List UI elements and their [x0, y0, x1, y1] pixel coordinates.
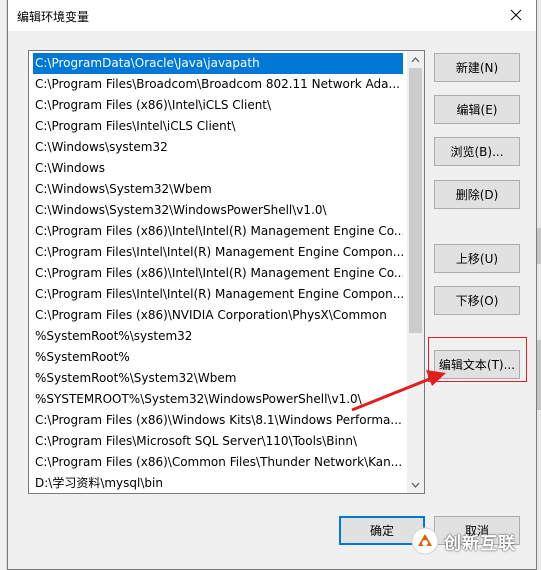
path-list-item[interactable]: C:\Program Files\Broadcom\Broadcom 802.1… — [33, 74, 403, 95]
scroll-thumb[interactable] — [409, 68, 422, 333]
highlight-box: 编辑文本(T)... — [428, 337, 527, 382]
path-list-item[interactable]: C:\Program Files\Intel\Intel(R) Manageme… — [33, 284, 403, 305]
watermark-logo-icon — [411, 527, 439, 555]
path-list-item[interactable]: C:\Program Files\Intel\Intel(R) Manageme… — [33, 242, 403, 263]
list-scrollbar[interactable] — [407, 51, 424, 493]
watermark: 创新互联 — [410, 524, 535, 558]
watermark-text: 创新互联 — [444, 533, 516, 554]
browse-button[interactable]: 浏览(B)... — [434, 137, 520, 166]
path-list-item[interactable]: %SystemRoot% — [33, 347, 403, 368]
path-list-item[interactable]: C:\Windows\System32\WindowsPowerShell\v1… — [33, 200, 403, 221]
path-list-item[interactable]: C:\Program Files\Intel\iCLS Client\ — [33, 116, 403, 137]
path-list-item[interactable]: C:\Program Files (x86)\Intel\Intel(R) Ma… — [33, 263, 403, 284]
title-bar: 编辑环境变量 — [8, 0, 536, 31]
path-list-item[interactable]: C:\Program Files\Microsoft SQL Server\11… — [33, 431, 403, 452]
background-scroll-thumb-2 — [537, 340, 541, 410]
path-list-item[interactable]: %SYSTEMROOT%\System32\WindowsPowerShell\… — [33, 389, 403, 410]
path-list-item[interactable]: C:\Windows — [33, 158, 403, 179]
background-window-edge — [0, 0, 7, 570]
new-button[interactable]: 新建(N) — [434, 53, 520, 82]
close-button[interactable] — [504, 4, 528, 26]
dialog-title: 编辑环境变量 — [17, 10, 90, 24]
path-list-item[interactable]: %SystemRoot%\System32\Wbem — [33, 368, 403, 389]
background-scrollbar — [537, 0, 541, 570]
background-scroll-thumb — [537, 228, 541, 264]
edit-environment-variable-dialog: 编辑环境变量 C:\ProgramData\Oracle\Java\javapa… — [7, 0, 537, 570]
path-list-item[interactable]: C:\Program Files (x86)\NVIDIA Corporatio… — [33, 305, 403, 326]
path-list-item[interactable]: C:\Program Files (x86)\Intel\iCLS Client… — [33, 95, 403, 116]
scroll-down-arrow-icon[interactable] — [407, 476, 424, 493]
move-down-button[interactable]: 下移(O) — [434, 286, 520, 315]
path-list-item[interactable]: C:\Windows\System32\Wbem — [33, 179, 403, 200]
move-up-button[interactable]: 上移(U) — [434, 244, 520, 273]
path-list-item[interactable]: C:\Program Files (x86)\Common Files\Thun… — [33, 452, 403, 473]
scroll-up-arrow-icon[interactable] — [407, 51, 424, 68]
path-list-item[interactable]: %SystemRoot%\system32 — [33, 326, 403, 347]
path-list-item[interactable]: C:\Program Files (x86)\Windows Kits\8.1\… — [33, 410, 403, 431]
path-list-item[interactable]: D:\学习资料\mysql\bin — [33, 473, 403, 493]
path-list[interactable]: C:\ProgramData\Oracle\Java\javapath C:\Pr… — [28, 50, 425, 494]
close-icon — [510, 9, 522, 21]
path-list-item[interactable]: C:\Windows\system32 — [33, 137, 403, 158]
edit-text-button[interactable]: 编辑文本(T)... — [434, 350, 520, 379]
path-list-item[interactable]: C:\ProgramData\Oracle\Java\javapath — [33, 53, 403, 74]
path-list-item[interactable]: C:\Program Files (x86)\Intel\Intel(R) Ma… — [33, 221, 403, 242]
delete-button[interactable]: 删除(D) — [434, 180, 520, 209]
edit-button[interactable]: 编辑(E) — [434, 95, 520, 124]
